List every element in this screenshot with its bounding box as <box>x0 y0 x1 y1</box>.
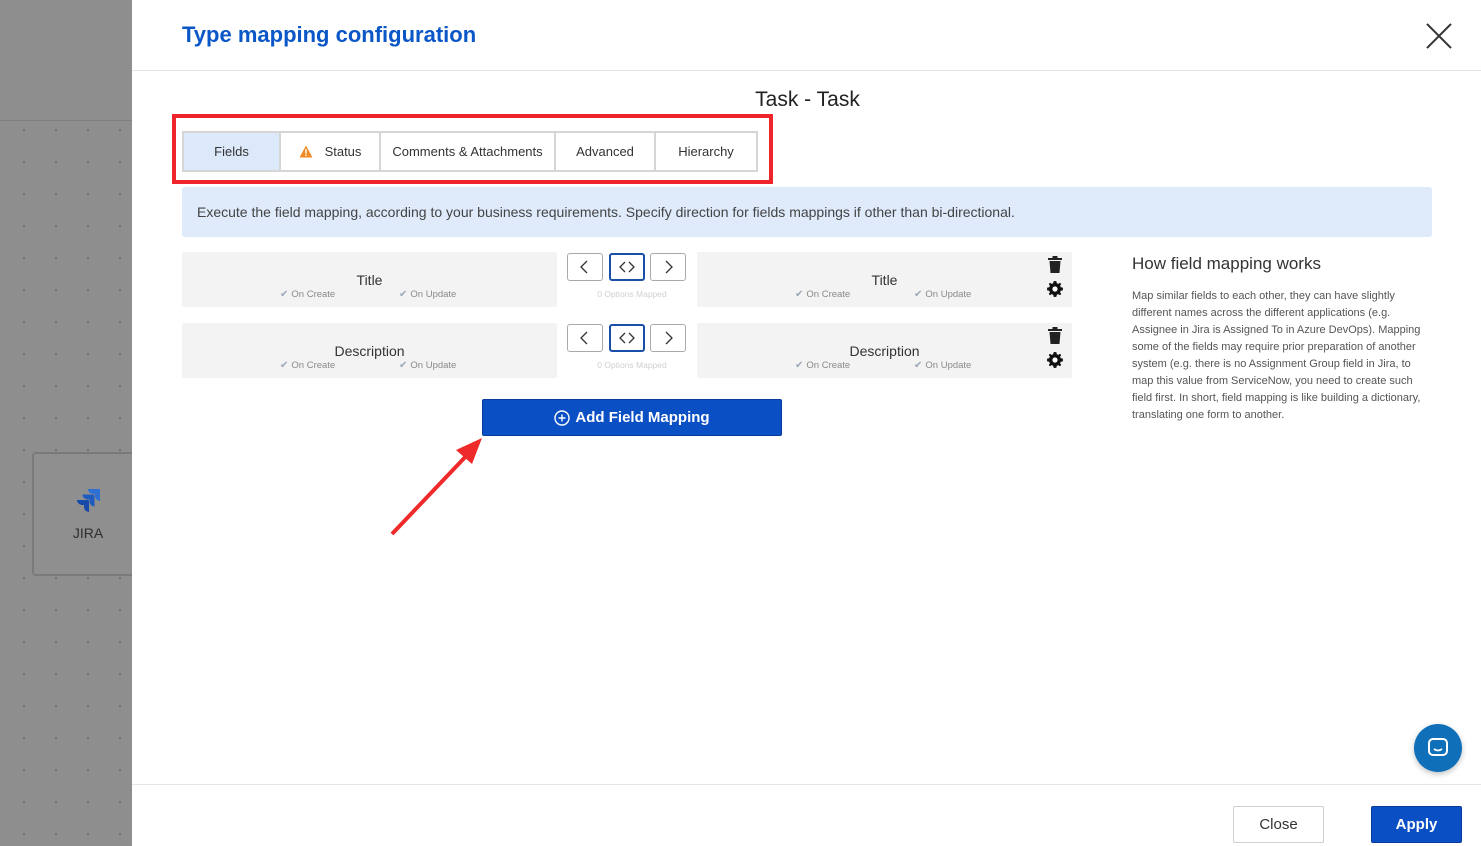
check-icon: ✔ <box>914 289 923 300</box>
close-icon[interactable] <box>1425 22 1453 50</box>
source-field-name: Title <box>356 272 383 288</box>
annotation-arrow <box>390 438 482 536</box>
add-field-mapping-button[interactable]: Add Field Mapping <box>482 399 782 436</box>
on-update-label: On Update <box>925 360 972 371</box>
jira-node-card[interactable]: JIRA <box>32 452 144 576</box>
check-icon: ✔ <box>795 360 804 371</box>
on-update-option: ✔ On Update <box>914 289 971 300</box>
direction-right-button[interactable] <box>650 253 686 281</box>
chevron-both-icon <box>619 261 635 273</box>
chevron-both-icon <box>619 332 635 344</box>
chevron-right-icon <box>665 260 673 274</box>
modal-header: Type mapping configuration <box>132 0 1481 71</box>
on-create-option: ✔ On Create <box>280 360 335 371</box>
modal-footer: Close Apply <box>132 784 1481 846</box>
help-title: How field mapping works <box>1132 254 1321 273</box>
check-icon: ✔ <box>280 289 289 300</box>
chevron-right-icon <box>665 331 673 345</box>
info-banner: Execute the field mapping, according to … <box>182 187 1432 237</box>
check-icon: ✔ <box>399 289 408 300</box>
on-update-label: On Update <box>410 289 457 300</box>
chat-icon <box>1428 738 1448 756</box>
close-button[interactable]: Close <box>1233 806 1324 843</box>
tab-status[interactable]: Status <box>281 133 381 170</box>
on-create-option: ✔ On Create <box>795 289 850 300</box>
tab-advanced[interactable]: Advanced <box>556 133 656 170</box>
check-icon: ✔ <box>280 360 289 371</box>
options-mapped-count: 0 Options Mapped <box>597 289 667 299</box>
tab-hierarchy[interactable]: Hierarchy <box>656 133 756 170</box>
target-field-name: Description <box>849 343 920 359</box>
trash-icon[interactable] <box>1048 256 1062 273</box>
gear-icon[interactable] <box>1047 281 1063 297</box>
type-title: Task - Task <box>132 88 1481 112</box>
chevron-left-icon <box>580 331 588 345</box>
on-create-label: On Create <box>806 360 851 371</box>
tab-comments-attachments[interactable]: Comments & Attachments <box>381 133 556 170</box>
warning-icon <box>299 145 313 158</box>
on-update-label: On Update <box>410 360 457 371</box>
on-update-option: ✔ On Update <box>399 289 456 300</box>
tab-status-label: Status <box>324 144 362 159</box>
on-update-label: On Update <box>925 289 972 300</box>
tab-bar: Fields Status Comments & Attachments Adv… <box>182 131 758 172</box>
source-field-box[interactable]: Description ✔ On Create ✔ On Update <box>182 323 557 378</box>
direction-left-button[interactable] <box>567 324 603 352</box>
field-mapping-row: Title ✔ On Create ✔ On Update 0 Options Ma… <box>182 252 1072 307</box>
field-mapping-row: Description ✔ On Create ✔ On Update 0 Opti… <box>182 323 1072 378</box>
on-create-option: ✔ On Create <box>795 360 850 371</box>
direction-right-button[interactable] <box>650 324 686 352</box>
check-icon: ✔ <box>399 360 408 371</box>
help-text: Map similar fields to each other, they c… <box>1132 290 1421 421</box>
jira-logo-icon <box>77 489 100 512</box>
on-update-option: ✔ On Update <box>399 360 456 371</box>
plus-circle-icon <box>554 409 571 426</box>
direction-selector: 0 Options Mapped <box>567 252 687 307</box>
on-create-label: On Create <box>291 289 336 300</box>
on-create-label: On Create <box>806 289 851 300</box>
trash-icon[interactable] <box>1048 327 1062 344</box>
on-update-option: ✔ On Update <box>914 360 971 371</box>
target-field-box[interactable]: Description ✔ On Create ✔ On Update <box>697 323 1072 378</box>
target-field-name: Title <box>871 272 898 288</box>
modal-title: Type mapping configuration <box>182 22 477 47</box>
check-icon: ✔ <box>914 360 923 371</box>
options-mapped-count: 0 Options Mapped <box>597 360 667 370</box>
direction-left-button[interactable] <box>567 253 603 281</box>
target-field-box[interactable]: Title ✔ On Create ✔ On Update <box>697 252 1072 307</box>
type-mapping-modal: Type mapping configuration Task - Task F… <box>132 0 1481 846</box>
direction-selector: 0 Options Mapped <box>567 323 687 378</box>
direction-both-button[interactable] <box>609 253 645 281</box>
check-icon: ✔ <box>795 289 804 300</box>
tab-fields[interactable]: Fields <box>184 133 281 170</box>
on-create-label: On Create <box>291 360 336 371</box>
jira-label: JIRA <box>72 525 104 541</box>
help-panel: How field mapping works Map similar fiel… <box>1132 254 1432 424</box>
apply-button[interactable]: Apply <box>1371 806 1462 843</box>
gear-icon[interactable] <box>1047 352 1063 368</box>
source-field-name: Description <box>334 343 405 359</box>
source-field-box[interactable]: Title ✔ On Create ✔ On Update <box>182 252 557 307</box>
on-create-option: ✔ On Create <box>280 289 335 300</box>
type-title-text: Task - Task <box>755 88 860 111</box>
direction-both-button[interactable] <box>609 324 645 352</box>
add-field-mapping-label: Add Field Mapping <box>575 409 710 426</box>
chevron-left-icon <box>580 260 588 274</box>
chat-widget-button[interactable] <box>1414 724 1462 772</box>
background-header <box>0 0 132 121</box>
background-canvas <box>0 0 132 846</box>
